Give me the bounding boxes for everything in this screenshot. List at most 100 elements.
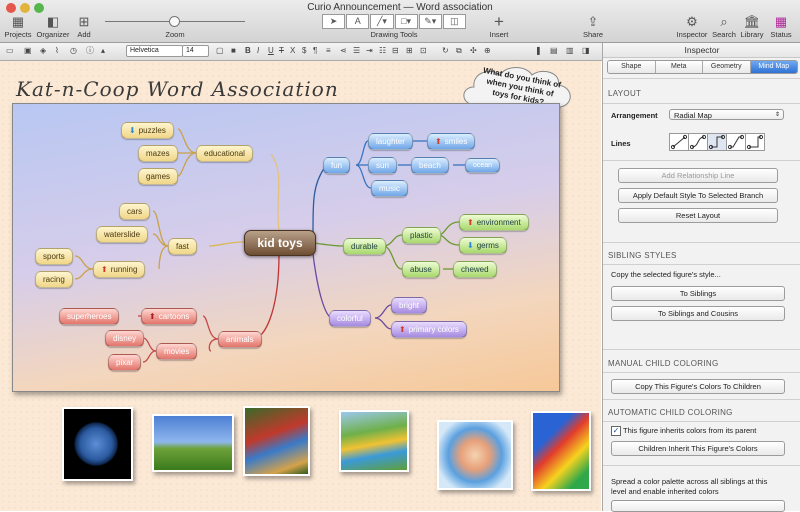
font-size-select[interactable]: 14 — [182, 45, 209, 57]
text-box-icon[interactable]: ▢ — [216, 45, 224, 57]
node-racing[interactable]: racing — [35, 271, 73, 288]
pointer-icon[interactable]: ➤ — [321, 14, 346, 29]
panel-icon[interactable]: ◨ — [582, 45, 590, 57]
node-primary-colors[interactable]: ⬆ primary colors — [391, 321, 467, 338]
node-cartoons[interactable]: ⬆ cartoons — [141, 308, 198, 325]
image-icon[interactable]: ▣ — [24, 45, 32, 57]
table-icon[interactable]: ▤ — [550, 45, 558, 57]
move-icon[interactable]: ✣ — [470, 45, 477, 57]
image-playground[interactable] — [243, 406, 310, 476]
node-mazes[interactable]: mazes — [138, 145, 178, 162]
node-waterslide[interactable]: waterslide — [96, 226, 149, 243]
paperclip-icon[interactable]: ⌇ — [55, 45, 59, 57]
line-style-straight-icon[interactable] — [669, 133, 689, 151]
line-style-elbow-icon[interactable] — [707, 133, 727, 151]
mind-map-board[interactable]: kid toys ⬇ puzzles mazes games educationa… — [12, 103, 560, 392]
pen-tool-icon[interactable]: ✎▾ — [418, 14, 442, 29]
node-animals[interactable]: animals — [218, 331, 262, 348]
align-left-icon[interactable]: ≡ — [326, 45, 331, 57]
reset-layout-button[interactable]: Reset Layout — [618, 208, 778, 223]
palette-select[interactable] — [611, 500, 785, 512]
italic-button[interactable]: I — [257, 45, 259, 57]
node-durable[interactable]: durable — [343, 238, 386, 255]
underline-button[interactable]: U — [268, 45, 274, 57]
organizer-button[interactable]: ◧ Organizer — [36, 14, 70, 39]
add-relationship-line-button[interactable]: Add Relationship Line — [618, 168, 778, 183]
to-siblings-and-cousins-button[interactable]: To Siblings and Cousins — [611, 306, 785, 321]
info-icon[interactable]: ⓘ — [86, 45, 94, 57]
arrangement-select[interactable]: Radial Map ⇕ — [669, 109, 784, 120]
node-bright[interactable]: bright — [391, 297, 428, 314]
canvas[interactable]: Kat-n-Coop Word Association What do you … — [0, 61, 601, 511]
node-movies[interactable]: movies — [156, 343, 198, 360]
line-style-step-icon[interactable] — [745, 133, 765, 151]
node-plastic[interactable]: plastic — [402, 227, 441, 244]
tab-geometry[interactable]: Geometry — [703, 61, 751, 73]
rotate-icon[interactable]: ↻ — [442, 45, 449, 57]
tab-shape[interactable]: Shape — [608, 61, 656, 73]
list-icon[interactable]: ☰ — [353, 45, 360, 57]
share-node-icon[interactable]: ⋖ — [340, 45, 347, 57]
node-beach[interactable]: beach — [411, 157, 449, 174]
stack-icon[interactable]: ☷ — [379, 45, 386, 57]
status-button[interactable]: ▦ Status — [767, 14, 795, 39]
node-abuse[interactable]: abuse — [402, 261, 440, 278]
line-tool-icon[interactable]: ╱▾ — [370, 14, 394, 29]
bookmark-icon[interactable]: ❚ — [535, 45, 542, 57]
apply-default-style-button[interactable]: Apply Default Style To Selected Branch — [618, 188, 778, 203]
inspector-button[interactable]: ⚙ Inspector — [676, 14, 708, 39]
node-games[interactable]: games — [138, 168, 179, 185]
paragraph-button[interactable]: ¶ — [313, 45, 317, 57]
node-germs[interactable]: ⬇ germs — [459, 237, 507, 254]
indent-icon[interactable]: ⇥ — [366, 45, 373, 57]
node-superheroes[interactable]: superheroes — [59, 308, 120, 325]
arrange-icon[interactable]: ⊕ — [484, 45, 491, 57]
font-select[interactable]: Helvetica — [126, 45, 183, 57]
tab-mind-map[interactable]: Mind Map — [750, 61, 797, 73]
node-educational[interactable]: educational — [196, 145, 253, 162]
node-ocean[interactable]: ocean — [465, 158, 501, 173]
text-tool-icon[interactable]: A — [346, 14, 370, 29]
superscript-button[interactable]: X — [290, 45, 295, 57]
collapse-icon[interactable]: ⊟ — [392, 45, 399, 57]
image-earth[interactable] — [62, 407, 133, 481]
node-running[interactable]: ⬆ running — [93, 261, 146, 278]
node-smiles[interactable]: ⬆ smiles — [427, 133, 476, 150]
currency-button[interactable]: $ — [302, 45, 306, 57]
node-puzzles[interactable]: ⬇ puzzles — [121, 122, 174, 139]
search-button[interactable]: ⌕ Search — [711, 14, 737, 39]
node-fun[interactable]: fun — [323, 157, 351, 174]
line-style-curved-icon[interactable] — [688, 133, 708, 151]
caret-icon[interactable]: ▴ — [101, 45, 105, 57]
inherit-colors-checkbox[interactable]: ✓ — [611, 426, 621, 436]
image-children-circle[interactable] — [437, 420, 513, 490]
image-paint-cups[interactable] — [531, 411, 591, 491]
image-world-map-field[interactable] — [152, 414, 234, 472]
library-button[interactable]: 🏛 Library — [738, 14, 766, 39]
node-cars[interactable]: cars — [119, 203, 151, 220]
add-button[interactable]: ⊞ Add — [74, 14, 94, 39]
node-disney[interactable]: disney — [105, 330, 145, 347]
zoom-slider[interactable]: Zoom — [100, 14, 250, 39]
shape-tool-icon[interactable]: □▾ — [394, 14, 418, 29]
tab-meta[interactable]: Meta — [655, 61, 703, 73]
to-siblings-button[interactable]: To Siblings — [611, 286, 785, 301]
image-water-slide[interactable] — [339, 410, 409, 472]
grid-icon[interactable]: ⊡ — [420, 45, 427, 57]
node-colorful[interactable]: colorful — [329, 310, 371, 327]
copy-colors-to-children-button[interactable]: Copy This Figure's Colors To Children — [611, 379, 785, 394]
node-music[interactable]: music — [371, 180, 408, 197]
node-laughter[interactable]: laughter — [368, 133, 413, 150]
node-chewed[interactable]: chewed — [453, 261, 497, 278]
node-pixar[interactable]: pixar — [108, 354, 142, 371]
insert-button[interactable]: + Insert — [485, 13, 513, 39]
color-swatch-icon[interactable]: ■ — [231, 45, 236, 57]
node-sports[interactable]: sports — [35, 248, 73, 265]
node-fast[interactable]: fast — [168, 238, 197, 255]
bold-button[interactable]: B — [245, 45, 251, 57]
zoom-thumb[interactable] — [169, 16, 180, 27]
layers-icon[interactable]: ⧉ — [456, 45, 462, 57]
root-node[interactable]: kid toys — [244, 230, 316, 256]
expand-icon[interactable]: ⊞ — [406, 45, 413, 57]
column-icon[interactable]: ▥ — [566, 45, 574, 57]
